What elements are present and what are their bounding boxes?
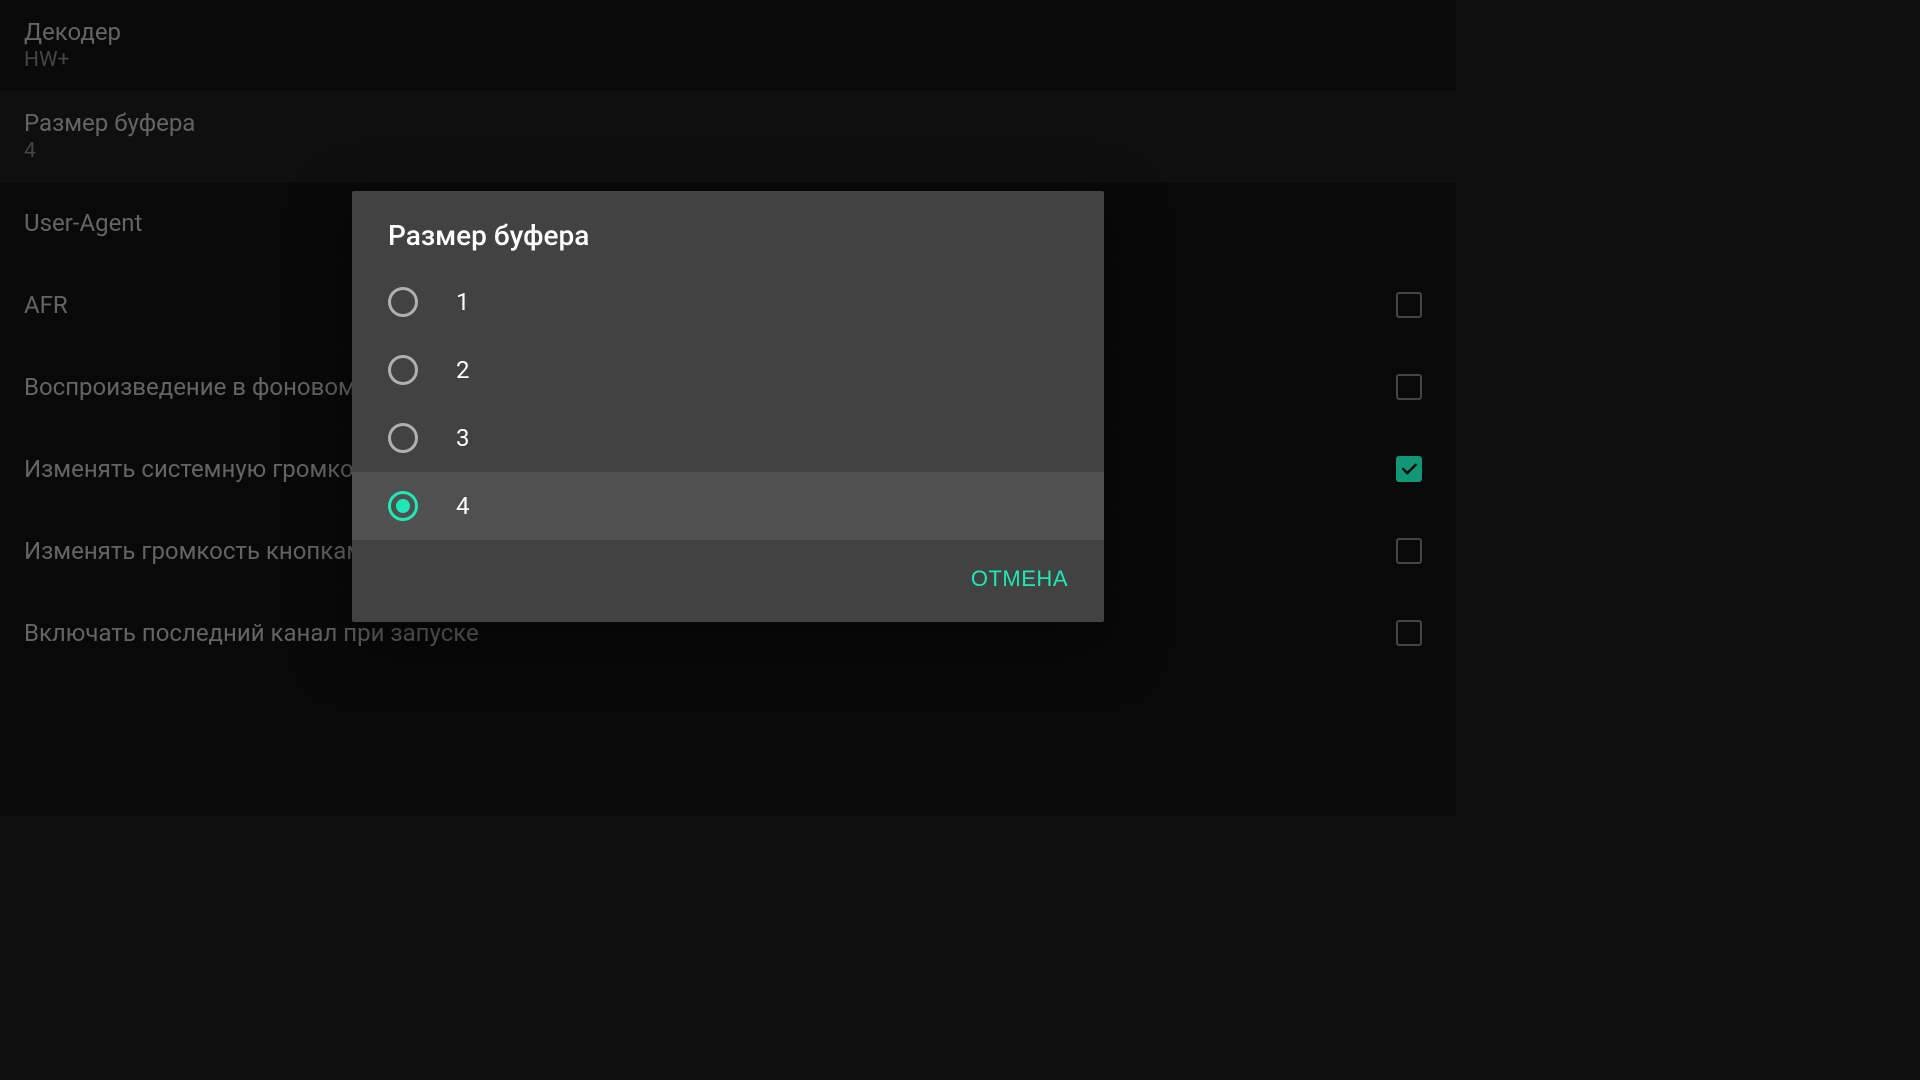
radio-label: 2 [456, 356, 470, 384]
radio-option[interactable]: 3 [352, 404, 1104, 472]
radio-label: 3 [456, 424, 470, 452]
buffer-size-dialog: Размер буфера 1 2 3 4 ОТМЕНА [352, 191, 1104, 622]
radio-label: 1 [456, 288, 470, 316]
dialog-overlay: Размер буфера 1 2 3 4 ОТМЕНА [0, 0, 1456, 816]
radio-option[interactable]: 2 [352, 336, 1104, 404]
dialog-options: 1 2 3 4 [352, 260, 1104, 540]
radio-unselected-icon [388, 423, 418, 453]
radio-selected-icon [388, 491, 418, 521]
radio-unselected-icon [388, 287, 418, 317]
radio-unselected-icon [388, 355, 418, 385]
dialog-actions: ОТМЕНА [352, 540, 1104, 622]
radio-label: 4 [456, 492, 470, 520]
cancel-button[interactable]: ОТМЕНА [971, 558, 1068, 600]
radio-option[interactable]: 1 [352, 268, 1104, 336]
dialog-title: Размер буфера [352, 191, 1104, 260]
radio-option[interactable]: 4 [352, 472, 1104, 540]
